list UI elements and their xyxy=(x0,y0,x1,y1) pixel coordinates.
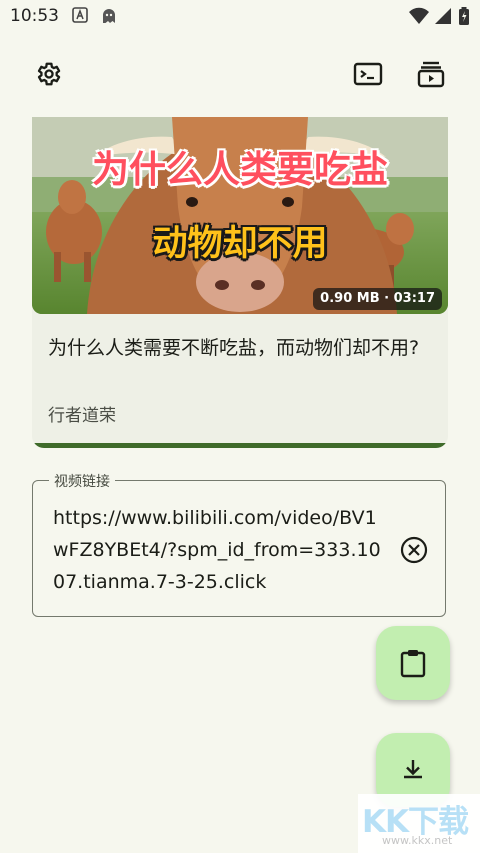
video-author: 行者道荣 xyxy=(48,406,116,426)
clipboard-icon xyxy=(400,650,426,678)
video-card[interactable]: 为什么人类要吃盐 动物却不用 0.90 MB · 03:17 为什么人类需要不断… xyxy=(32,117,448,448)
paste-button[interactable] xyxy=(376,626,450,700)
thumbnail-title-line-1: 为什么人类要吃盐 xyxy=(92,148,388,191)
a-notification-icon xyxy=(72,7,90,25)
terminal-icon xyxy=(353,62,383,86)
gear-icon xyxy=(37,62,61,86)
settings-button[interactable] xyxy=(30,56,66,92)
video-url-field[interactable]: 视频链接 https://www.bilibili.com/video/BV1w… xyxy=(32,471,446,617)
url-input-value[interactable]: https://www.bilibili.com/video/BV1wFZ8YB… xyxy=(53,502,383,598)
url-field-label: 视频链接 xyxy=(49,471,115,491)
watermark-sub: www.kkx.net xyxy=(382,834,453,847)
clear-url-button[interactable] xyxy=(399,535,429,565)
status-time: 10:53 xyxy=(10,6,59,26)
download-progress-bar xyxy=(32,443,448,448)
signal-icon xyxy=(434,7,452,25)
video-thumbnail: 为什么人类要吃盐 动物却不用 0.90 MB · 03:17 xyxy=(32,117,448,314)
terminal-button[interactable] xyxy=(350,56,386,92)
wifi-icon xyxy=(408,7,430,25)
queue-icon xyxy=(417,61,445,88)
status-bar: 10:53 xyxy=(0,0,480,34)
thumbnail-title-line-2: 动物却不用 xyxy=(152,224,328,264)
download-icon xyxy=(404,760,422,779)
download-queue-button[interactable] xyxy=(413,56,449,92)
ghost-notification-icon xyxy=(100,7,118,25)
watermark: KK下载 www.kkx.net xyxy=(358,794,480,853)
video-meta-badge: 0.90 MB · 03:17 xyxy=(313,288,442,310)
video-title: 为什么人类需要不断吃盐，而动物们却不用? xyxy=(48,337,420,359)
battery-icon xyxy=(458,7,470,25)
clear-circle-icon xyxy=(400,536,428,564)
